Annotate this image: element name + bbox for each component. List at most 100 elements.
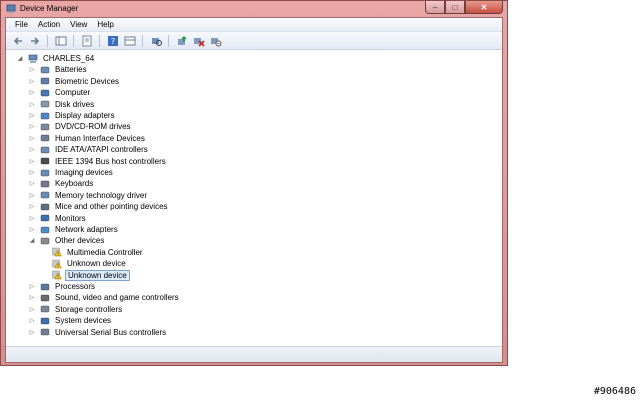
tree-root-computer[interactable]: ◢ CHARLES_64 xyxy=(16,53,96,64)
watermark-text: #906486 xyxy=(593,386,636,397)
tree-device-multimedia-controller[interactable]: ! Multimedia Controller xyxy=(40,247,145,258)
disable-button[interactable] xyxy=(208,34,223,48)
warning-device-icon: ! xyxy=(52,270,62,280)
update-driver-button[interactable] xyxy=(174,34,189,48)
expand-arrow-icon[interactable]: ▷ xyxy=(28,317,36,325)
scan-hardware-button[interactable] xyxy=(148,34,163,48)
tree-node-label: Multimedia Controller xyxy=(67,247,143,257)
expand-arrow-icon[interactable]: ▷ xyxy=(28,226,36,234)
expand-arrow-icon[interactable]: ▷ xyxy=(28,112,36,120)
tree-category-processors[interactable]: ▷ Processors xyxy=(28,281,97,292)
tree-node-label: Keyboards xyxy=(55,179,94,189)
expand-arrow-icon[interactable]: ▷ xyxy=(28,77,36,85)
device-category-icon xyxy=(40,327,50,337)
back-button[interactable] xyxy=(10,34,25,48)
toolbar-separator xyxy=(142,34,143,47)
menu-view[interactable]: View xyxy=(65,20,92,29)
toolbar-separator xyxy=(99,34,100,47)
tree-category-storage-controllers[interactable]: ▷ Storage controllers xyxy=(28,304,124,315)
client-area: File Action View Help ? ◢ CHARLES_64 ▷ B… xyxy=(5,17,503,363)
uninstall-button[interactable] xyxy=(191,34,206,48)
tree-node-label: Processors xyxy=(55,282,96,291)
close-button[interactable]: ✕ xyxy=(465,1,503,14)
expand-arrow-icon[interactable]: ▷ xyxy=(28,66,36,74)
tree-device-unknown-device[interactable]: ! Unknown device xyxy=(40,269,130,281)
expand-arrow-icon[interactable]: ▷ xyxy=(28,123,36,131)
view-icon xyxy=(124,36,135,45)
no-expander xyxy=(40,260,48,268)
properties-button[interactable] xyxy=(79,34,94,48)
tree-category-disk-drives[interactable]: ▷ Disk drives xyxy=(28,99,96,110)
help-button[interactable]: ? xyxy=(105,34,120,48)
minimize-button[interactable]: – xyxy=(425,1,445,14)
properties-icon xyxy=(82,35,91,46)
tree-category-dvd-cd-rom-drives[interactable]: ▷ DVD/CD-ROM drives xyxy=(28,121,133,132)
tree-node-label: IDE ATA/ATAPI controllers xyxy=(55,145,148,155)
expand-arrow-icon[interactable]: ▷ xyxy=(28,328,36,336)
tree-category-batteries[interactable]: ▷ Batteries xyxy=(28,64,89,75)
expand-arrow-icon[interactable]: ▷ xyxy=(28,89,36,97)
toolbar: ? xyxy=(6,32,502,50)
expand-arrow-icon[interactable]: ▷ xyxy=(28,169,36,177)
view-button[interactable] xyxy=(122,34,137,48)
tree-category-imaging-devices[interactable]: ▷ Imaging devices xyxy=(28,167,115,178)
tree-category-network-adapters[interactable]: ▷ Network adapters xyxy=(28,224,120,235)
tree-node-label: Unknown device xyxy=(67,259,126,269)
disable-icon xyxy=(210,37,221,46)
maximize-button[interactable]: □ xyxy=(445,1,465,14)
device-category-icon xyxy=(40,213,50,223)
device-manager-app-icon xyxy=(6,4,16,14)
tree-device-unknown-device[interactable]: ! Unknown device xyxy=(40,258,128,269)
device-category-icon xyxy=(40,156,50,166)
tree-category-ieee-1394-bus-host-controllers[interactable]: ▷ IEEE 1394 Bus host controllers xyxy=(28,156,168,167)
tree-node-label: Mice and other pointing devices xyxy=(55,202,168,212)
expand-arrow-icon[interactable]: ▷ xyxy=(28,134,36,142)
menu-file[interactable]: File xyxy=(10,20,33,29)
expand-arrow-icon[interactable]: ▷ xyxy=(28,283,36,291)
tree-category-universal-serial-bus-controllers[interactable]: ▷ Universal Serial Bus controllers xyxy=(28,327,168,338)
expand-arrow-icon[interactable]: ▷ xyxy=(28,157,36,165)
help-icon: ? xyxy=(107,35,118,46)
show-hide-tree-button[interactable] xyxy=(53,34,68,48)
toolbar-separator xyxy=(47,34,48,47)
toolbar-separator xyxy=(168,34,169,47)
tree-node-label: Monitors xyxy=(55,213,86,223)
tree-category-biometric-devices[interactable]: ▷ Biometric Devices xyxy=(28,76,121,87)
collapse-arrow-icon[interactable]: ◢ xyxy=(28,237,36,245)
expand-arrow-icon[interactable]: ▷ xyxy=(28,214,36,222)
toolbar-separator xyxy=(73,34,74,47)
tree-category-ide-ata-atapi-controllers[interactable]: ▷ IDE ATA/ATAPI controllers xyxy=(28,144,150,155)
expand-arrow-icon[interactable]: ▷ xyxy=(28,191,36,199)
device-tree: ◢ CHARLES_64 ▷ Batteries ▷ Biometric Devices ▷… xyxy=(6,51,502,347)
tree-node-label: Storage controllers xyxy=(55,304,123,314)
tree-node-label: Unknown device xyxy=(65,269,130,281)
forward-button[interactable] xyxy=(27,34,42,48)
expand-arrow-icon[interactable]: ▷ xyxy=(28,100,36,108)
tree-category-human-interface-devices[interactable]: ▷ Human Interface Devices xyxy=(28,133,147,144)
tree-category-sound-video-and-game-controllers[interactable]: ▷ Sound, video and game controllers xyxy=(28,292,181,303)
tree-category-keyboards[interactable]: ▷ Keyboards xyxy=(28,178,95,189)
expand-arrow-icon[interactable]: ▷ xyxy=(28,203,36,211)
expand-arrow-icon[interactable]: ▷ xyxy=(28,146,36,154)
tree-category-computer[interactable]: ▷ Computer xyxy=(28,87,92,98)
tree-node-label: Display adapters xyxy=(55,111,115,120)
back-icon xyxy=(13,36,22,45)
scan-hardware-icon xyxy=(151,37,162,46)
tree-category-other-devices[interactable]: ◢ Other devices xyxy=(28,235,106,246)
expand-arrow-icon[interactable]: ▷ xyxy=(28,294,36,302)
menu-help[interactable]: Help xyxy=(92,20,118,29)
tree-category-monitors[interactable]: ▷ Monitors xyxy=(28,213,88,224)
tree-category-memory-technology-driver[interactable]: ▷ Memory technology driver xyxy=(28,190,149,201)
expand-arrow-icon[interactable]: ▷ xyxy=(28,305,36,313)
collapse-arrow-icon[interactable]: ◢ xyxy=(16,55,24,63)
tree-category-system-devices[interactable]: ▷ System devices xyxy=(28,315,113,326)
tree-category-display-adapters[interactable]: ▷ Display adapters xyxy=(28,110,117,121)
tree-category-mice-and-other-pointing-devices[interactable]: ▷ Mice and other pointing devices xyxy=(28,201,170,212)
tree-node-label: Human Interface Devices xyxy=(55,133,145,143)
menu-action[interactable]: Action xyxy=(33,20,65,29)
device-category-icon xyxy=(40,133,50,143)
tree-node-label: CHARLES_64 xyxy=(43,54,95,63)
device-category-icon xyxy=(40,293,50,303)
expand-arrow-icon[interactable]: ▷ xyxy=(28,180,36,188)
title-bar[interactable]: Device Manager – □ ✕ xyxy=(1,1,507,17)
